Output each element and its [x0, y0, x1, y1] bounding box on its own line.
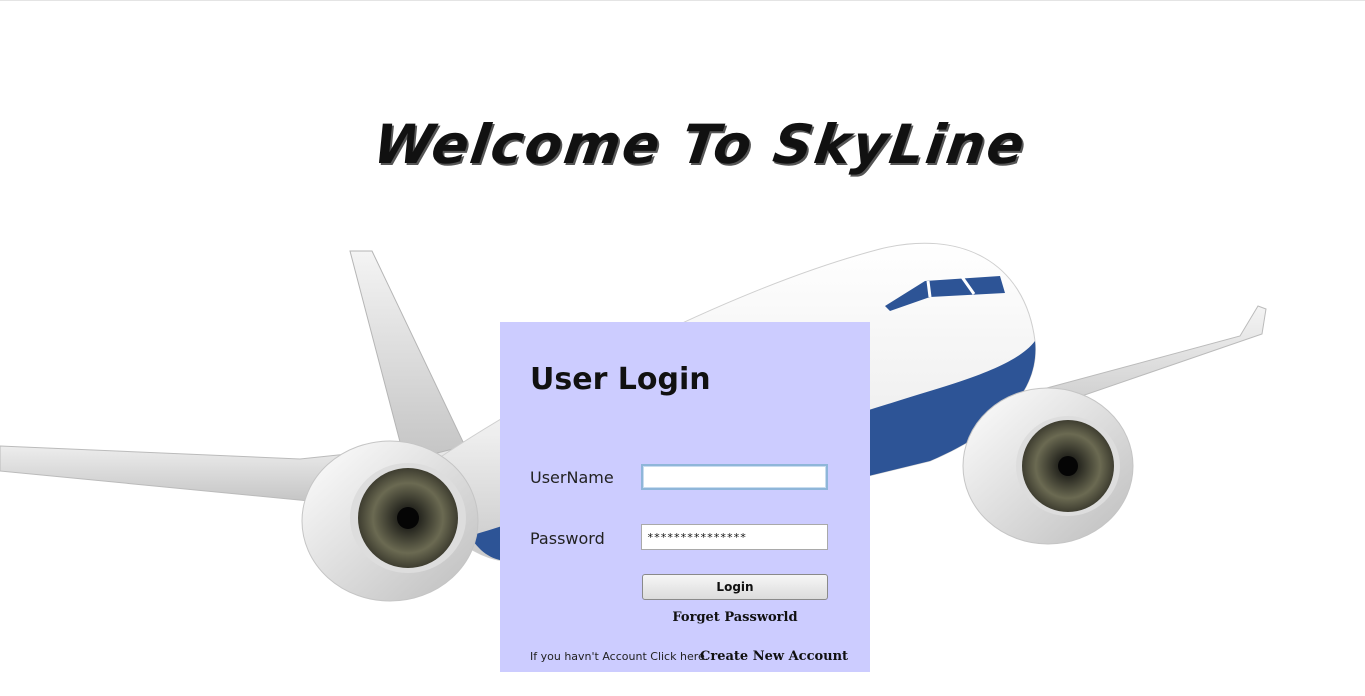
right-engine	[962, 387, 1134, 545]
login-button[interactable]: Login	[642, 574, 828, 600]
username-label: UserName	[530, 468, 614, 487]
forget-password-link[interactable]: Forget Passworld	[642, 610, 828, 625]
welcome-heading: Welcome To SkyLine	[369, 113, 1031, 176]
password-input[interactable]	[641, 524, 828, 550]
login-page: Welcome To SkyLine User Login UserName P…	[0, 0, 1365, 696]
no-account-text: If you havn't Account Click here.	[530, 650, 709, 663]
login-panel: User Login UserName Password Login Forge…	[500, 322, 870, 672]
login-title: User Login	[530, 362, 711, 397]
password-label: Password	[530, 529, 605, 548]
create-account-link[interactable]: Create New Account	[700, 649, 848, 664]
username-input[interactable]	[641, 464, 828, 490]
left-engine	[301, 440, 479, 602]
